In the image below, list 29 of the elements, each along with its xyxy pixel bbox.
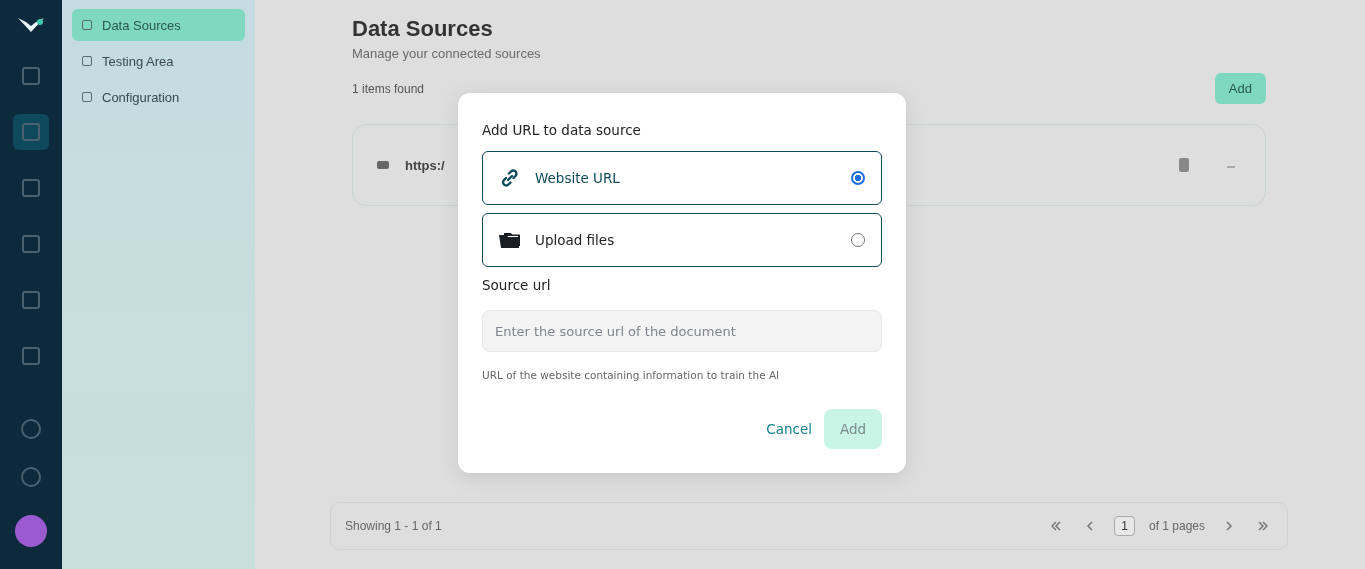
option-label: Upload files: [535, 232, 616, 248]
sidebar-item[interactable]: Testing Area: [72, 45, 245, 77]
source-url-field[interactable]: Enter the source url of the document: [482, 310, 882, 352]
source-url: https:/: [405, 157, 445, 173]
folder-icon: [499, 232, 521, 248]
source-option[interactable]: Website URL: [482, 151, 882, 205]
page-number-field[interactable]: 1: [1114, 516, 1135, 536]
first-page-icon[interactable]: [1051, 521, 1062, 531]
showing-text: Showing 1 - 1 of 1: [345, 519, 442, 533]
sidebar-item[interactable]: Data Sources: [72, 9, 245, 41]
page-title: Data Sources: [352, 16, 494, 42]
next-page-icon[interactable]: [1224, 521, 1234, 531]
dialog-title: Add URL to data source: [482, 122, 642, 138]
add-button[interactable]: Add: [1214, 73, 1266, 104]
page-subtitle: Manage your connected sources: [352, 46, 542, 61]
link-icon: [500, 168, 520, 188]
last-page-icon[interactable]: [1258, 521, 1268, 531]
option-label: Website URL: [535, 170, 621, 186]
radio-button[interactable]: [851, 171, 865, 185]
items-count: 1 items found: [352, 81, 425, 96]
avatar-icon[interactable]: [15, 515, 47, 547]
help-text: URL of the website containing information to train the AI: [482, 369, 781, 381]
pages-text: of 1 pages: [1148, 519, 1205, 533]
source-option[interactable]: Upload files: [482, 213, 882, 267]
previous-page-icon[interactable]: [1085, 521, 1096, 531]
cancel-button[interactable]: Cancel: [762, 413, 816, 445]
field-label: Source url: [482, 277, 552, 293]
sidebar-item[interactable]: Configuration: [72, 81, 245, 113]
nav-icon[interactable]: [13, 114, 49, 150]
